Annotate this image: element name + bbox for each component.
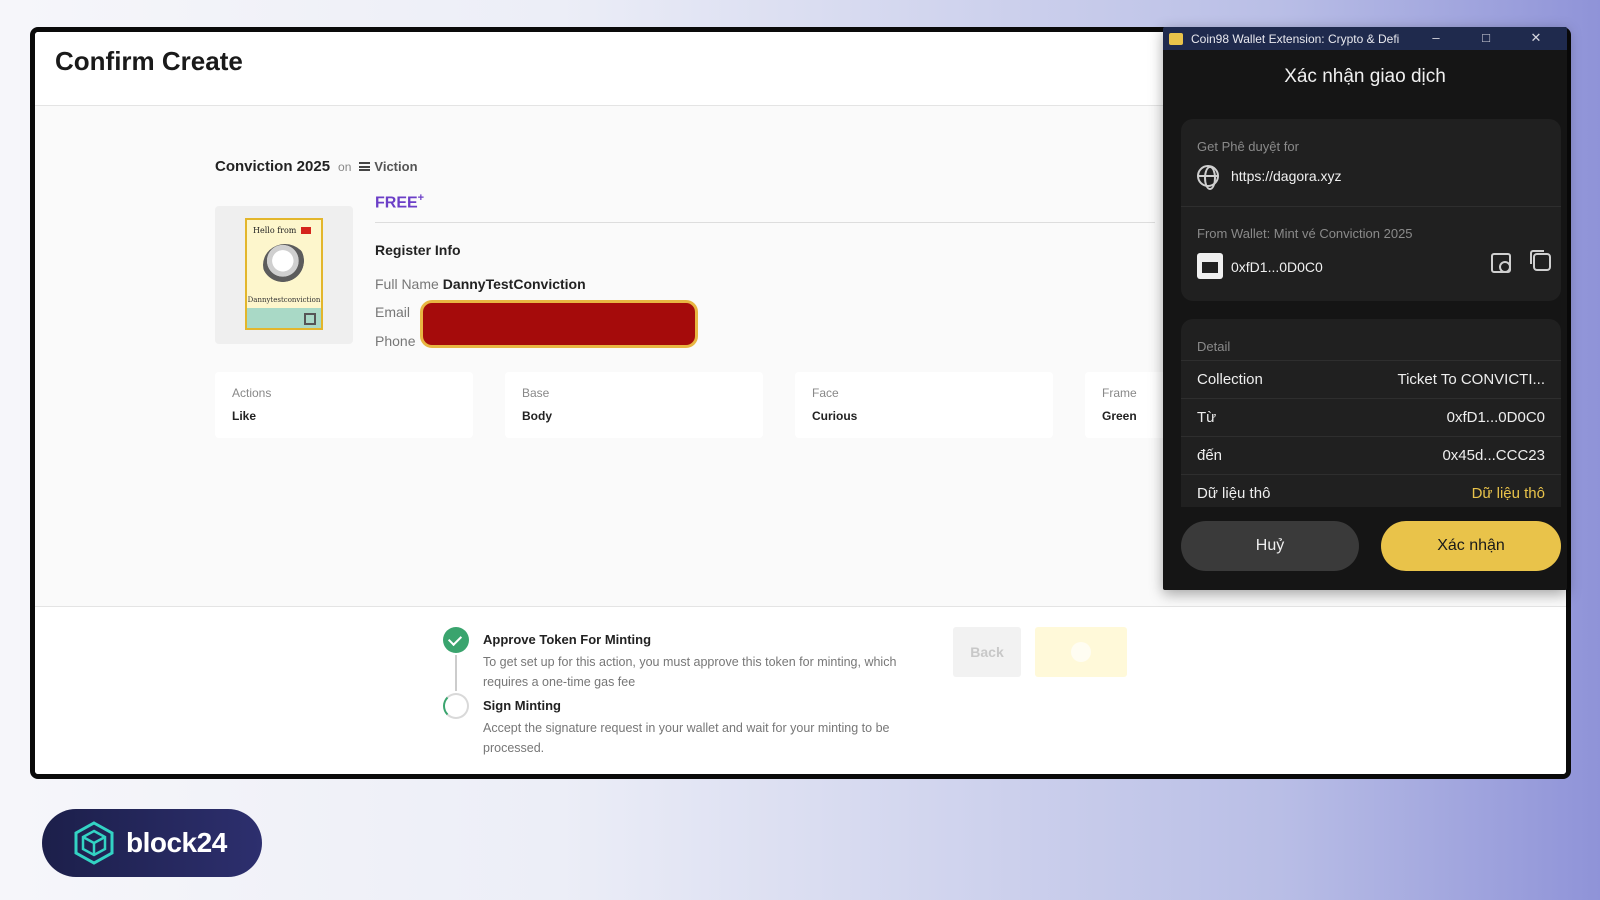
back-button[interactable]: Back xyxy=(953,627,1021,677)
trait-card-actions: Actions Like xyxy=(215,372,473,438)
step-connector xyxy=(455,655,457,691)
chain-name: Viction xyxy=(374,159,418,174)
explorer-search-icon[interactable] xyxy=(1491,253,1511,273)
step-done-check-icon xyxy=(443,627,469,653)
trait-value: Like xyxy=(232,409,257,423)
cancel-button[interactable]: Huỷ xyxy=(1181,521,1359,571)
coin98-logo-icon xyxy=(1169,32,1183,45)
nft-hello-text: Hello from xyxy=(253,226,297,235)
card-divider xyxy=(1181,206,1561,207)
detail-key: đến xyxy=(1197,447,1223,464)
from-wallet-label: From Wallet: Mint vé Conviction 2025 xyxy=(1197,226,1413,241)
email-label: Email xyxy=(375,304,411,320)
step-pending-spinner-icon xyxy=(443,693,469,719)
detail-value: 0xfD1...0D0C0 xyxy=(1446,409,1545,426)
full-name-row: Full Name DannyTestConviction xyxy=(375,276,586,292)
step-title-sign: Sign Minting xyxy=(483,698,561,713)
redaction-overlay xyxy=(420,300,698,348)
wallet-titlebar: Coin98 Wallet Extension: Crypto & Defi –… xyxy=(1163,27,1567,50)
chain-label: Viction xyxy=(359,159,418,174)
collection-line: Conviction 2025 on Viction xyxy=(215,158,418,175)
nft-holder-name: Dannytestconviction xyxy=(247,296,321,304)
viction-chain-icon xyxy=(359,162,371,171)
approval-card: Get Phê duyệt for https://dagora.xyz Fro… xyxy=(1181,119,1561,301)
detail-value: 0x45d...CCC23 xyxy=(1442,447,1545,464)
globe-icon xyxy=(1197,165,1219,190)
wallet-address: 0xfD1...0D0C0 xyxy=(1231,259,1323,275)
trait-value: Curious xyxy=(812,409,858,423)
mint-progress-bar: Approve Token For Minting To get set up … xyxy=(35,606,1566,774)
collection-name[interactable]: Conviction 2025 xyxy=(215,158,330,175)
page-title: Confirm Create xyxy=(55,46,243,76)
phone-row: Phone xyxy=(375,333,415,349)
detail-key: Từ xyxy=(1197,409,1217,426)
full-name-label: Full Name xyxy=(375,276,439,292)
raw-data-link[interactable]: Dữ liệu thô xyxy=(1472,485,1545,502)
detail-key: Dữ liệu thô xyxy=(1197,485,1271,502)
maximize-icon[interactable]: □ xyxy=(1475,29,1497,47)
confirm-button[interactable]: Xác nhận xyxy=(1381,521,1561,571)
register-info-title: Register Info xyxy=(375,242,461,258)
phone-label: Phone xyxy=(375,333,416,349)
detail-row-collection: Collection Ticket To CONVICTI... xyxy=(1181,360,1561,398)
full-name-value: DannyTestConviction xyxy=(442,276,586,292)
trait-card-face: Face Curious xyxy=(795,372,1053,438)
trait-label: Frame xyxy=(1102,386,1137,400)
trait-label: Face xyxy=(812,386,839,400)
step-desc-sign: Accept the signature request in your wal… xyxy=(483,721,890,755)
trait-value: Green xyxy=(1102,409,1137,423)
step-desc-approve: To get set up for this action, you must … xyxy=(483,655,897,689)
close-icon[interactable]: ✕ xyxy=(1525,29,1547,47)
trait-value: Body xyxy=(522,409,552,423)
trait-label: Base xyxy=(522,386,550,400)
site-url: https://dagora.xyz xyxy=(1231,168,1342,184)
detail-row-from: Từ 0xfD1...0D0C0 xyxy=(1181,398,1561,436)
detail-row-to: đến 0x45d...CCC23 xyxy=(1181,436,1561,474)
qr-code-icon xyxy=(304,313,316,325)
detail-value: Ticket To CONVICTI... xyxy=(1397,371,1545,388)
detail-key: Collection xyxy=(1197,371,1263,388)
copy-icon[interactable] xyxy=(1530,250,1551,271)
wallet-window-title: Coin98 Wallet Extension: Crypto & Defi xyxy=(1191,31,1400,46)
detail-label: Detail xyxy=(1197,339,1231,354)
minimize-icon[interactable]: – xyxy=(1425,29,1447,47)
detail-card: Detail Collection Ticket To CONVICTI... … xyxy=(1181,319,1561,507)
trait-label: Actions xyxy=(232,386,272,400)
price-mark: + xyxy=(417,192,425,204)
collection-on-label: on xyxy=(338,160,352,174)
nft-preview: Hello from Dannytestconviction xyxy=(215,206,353,344)
vietnam-flag-icon xyxy=(301,227,311,234)
coin98-wallet-popup: Coin98 Wallet Extension: Crypto & Defi –… xyxy=(1163,27,1567,590)
brand-badge: block24 xyxy=(42,809,262,877)
robot-mascot-icon xyxy=(263,244,307,286)
step-title-approve: Approve Token For Minting xyxy=(483,632,652,647)
wallet-avatar-icon xyxy=(1197,253,1223,279)
detail-row-raw-data: Dữ liệu thô Dữ liệu thô xyxy=(1181,474,1561,512)
brand-name: block24 xyxy=(126,827,227,858)
approval-label: Get Phê duyệt for xyxy=(1197,139,1299,154)
block24-logo-icon xyxy=(72,821,116,865)
nft-ticket-image: Hello from Dannytestconviction xyxy=(245,218,323,330)
wallet-heading: Xác nhận giao dịch xyxy=(1284,66,1446,87)
loading-button[interactable] xyxy=(1035,627,1127,677)
trait-card-base: Base Body xyxy=(505,372,763,438)
email-row: Email xyxy=(375,304,410,320)
divider xyxy=(375,222,1155,223)
price-label: FREE+ xyxy=(375,192,425,212)
